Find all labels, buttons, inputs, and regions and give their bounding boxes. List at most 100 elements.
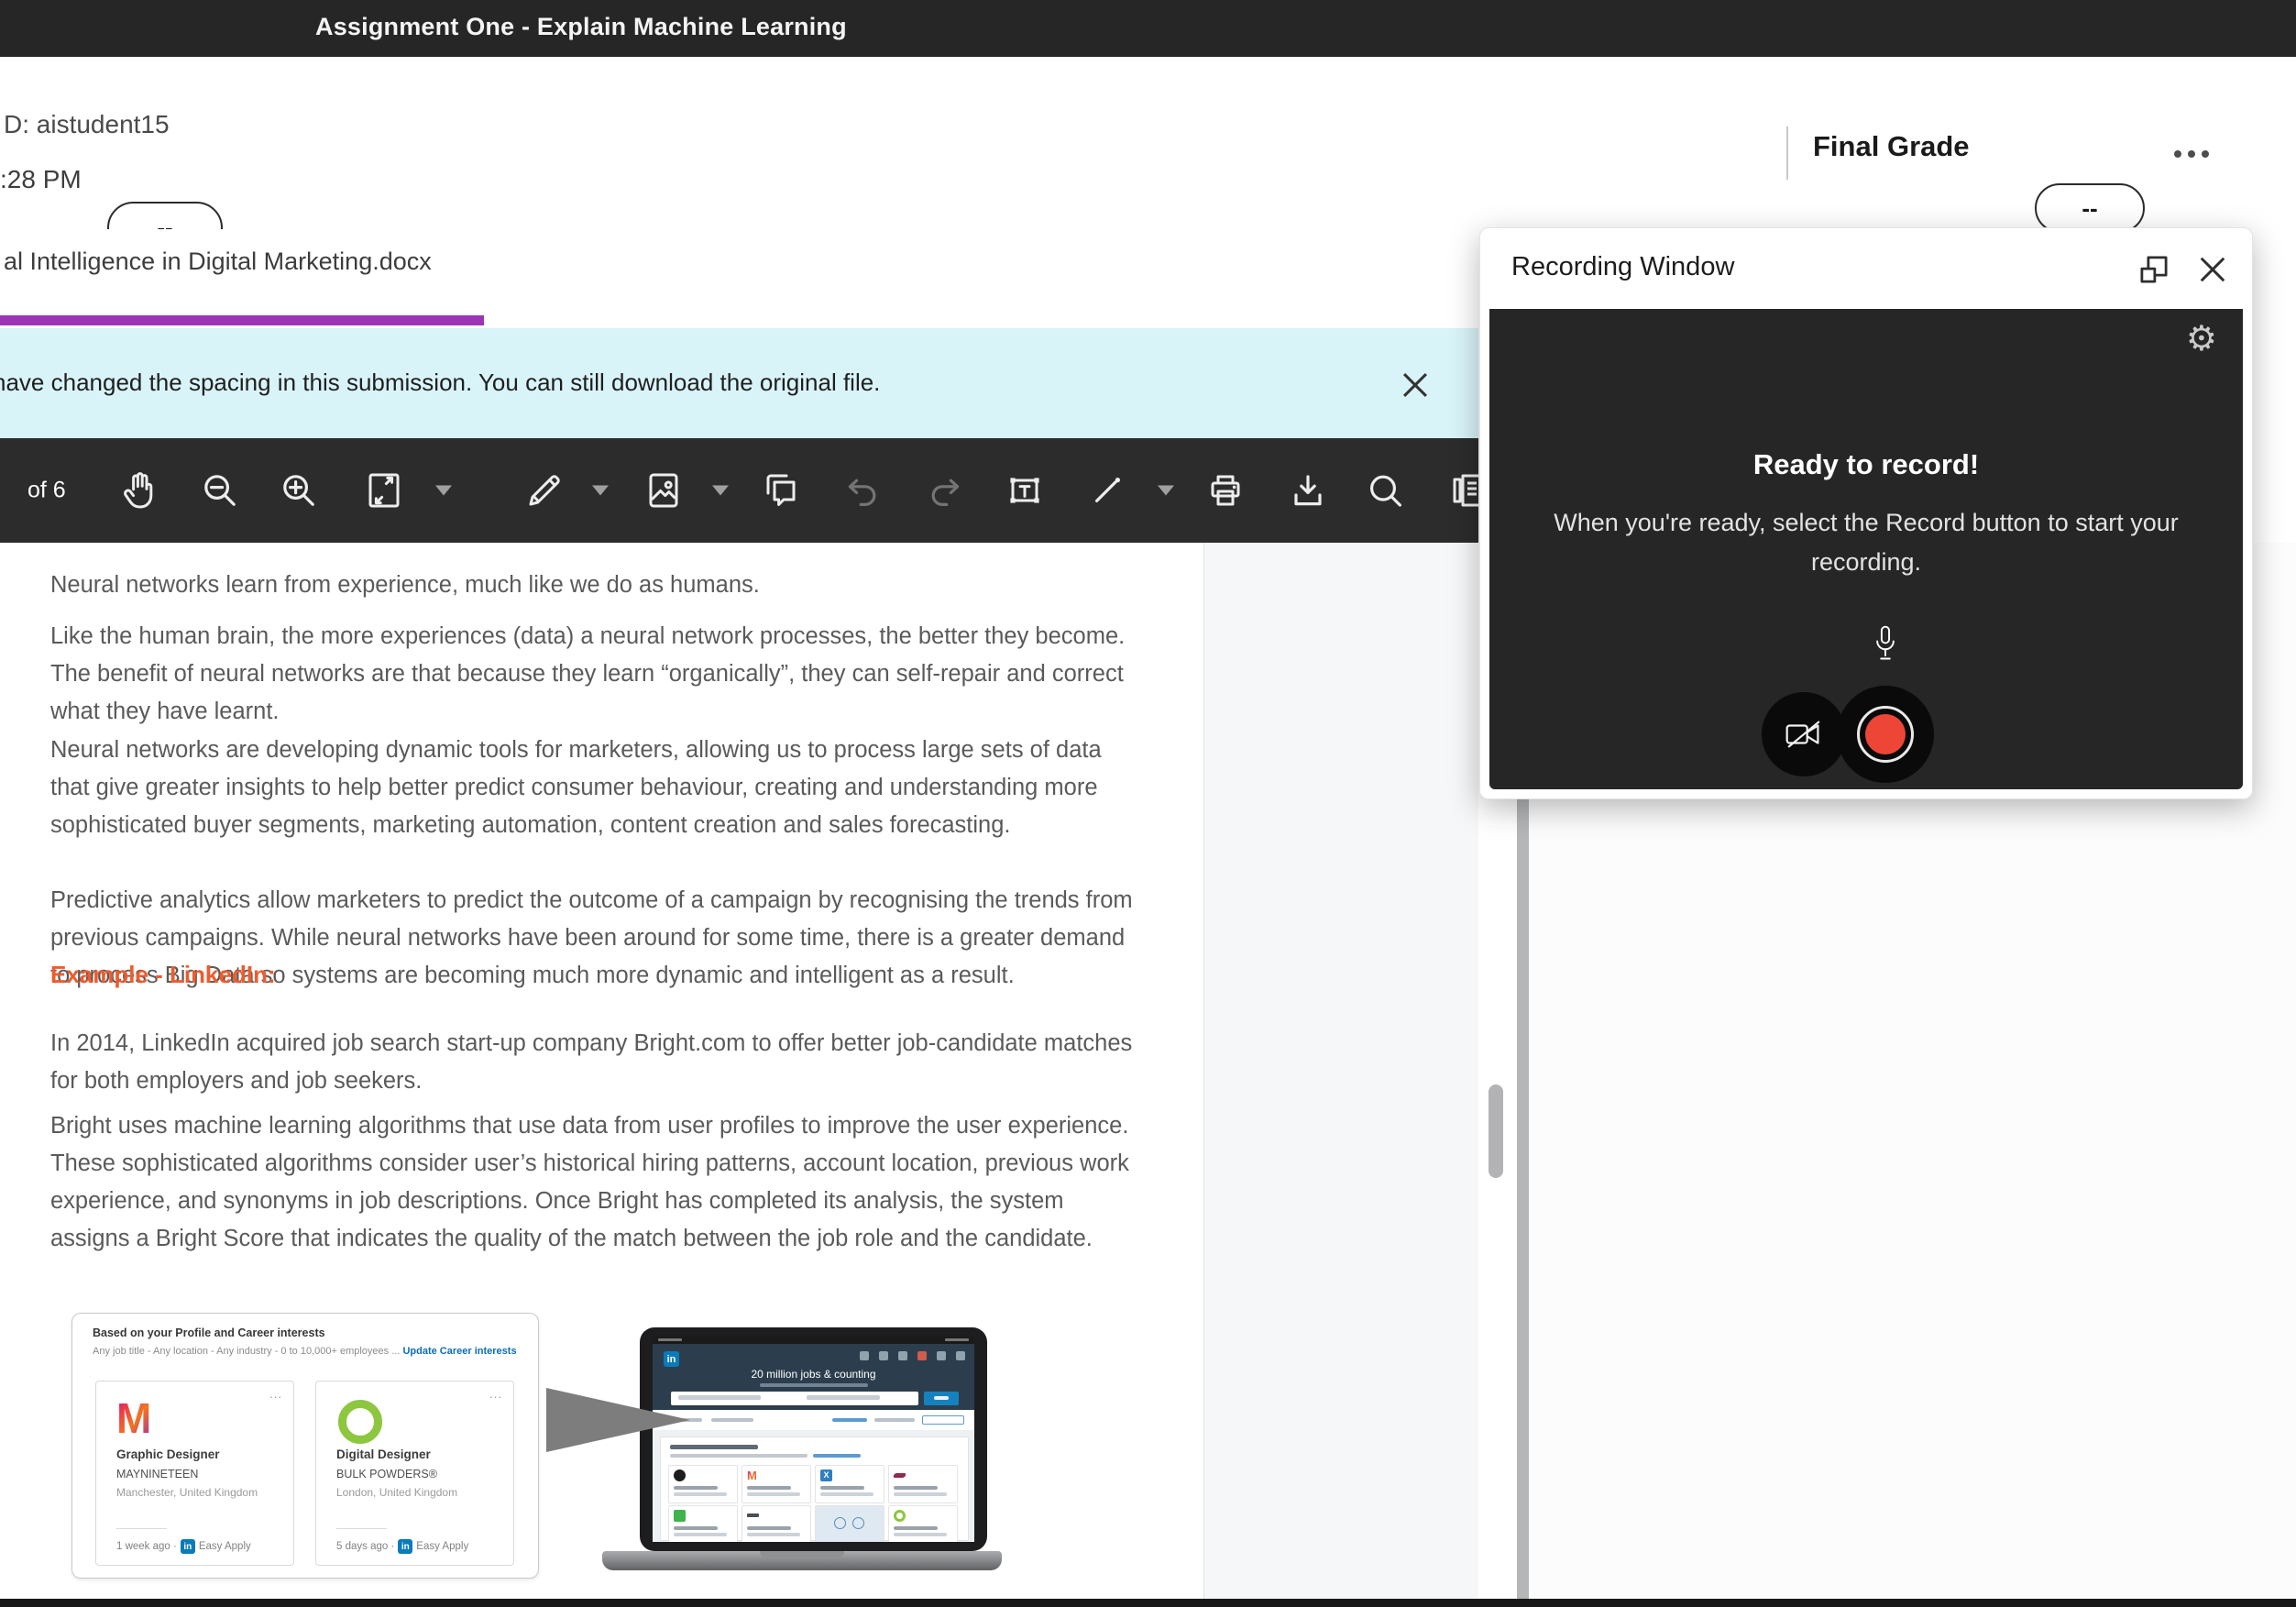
update-career-link: Update Career interests bbox=[402, 1346, 516, 1357]
final-grade-pill[interactable]: -- bbox=[2035, 183, 2145, 233]
zoom-in-icon[interactable] bbox=[274, 466, 324, 515]
maynineteen-logo: M bbox=[116, 1398, 151, 1438]
text-box-icon[interactable] bbox=[1000, 466, 1049, 515]
fit-page-caret-icon[interactable] bbox=[435, 486, 452, 496]
settings-gear-icon[interactable]: ⚙ bbox=[2186, 322, 2217, 357]
jobs-headline: 20 million jobs & counting bbox=[653, 1368, 974, 1381]
jobs-subline-skeleton bbox=[760, 1383, 868, 1387]
easy-apply-label: Easy Apply bbox=[416, 1541, 468, 1552]
recording-window: Recording Window ⚙ Ready to record! When… bbox=[1479, 227, 2253, 799]
mini-job-card bbox=[668, 1505, 738, 1542]
undo-icon[interactable] bbox=[838, 466, 887, 515]
card-menu-icon: ... bbox=[269, 1387, 282, 1401]
active-tab-underline bbox=[0, 315, 484, 325]
card-divider bbox=[116, 1528, 167, 1529]
card-menu-icon: ... bbox=[489, 1387, 502, 1401]
more-options-icon[interactable] bbox=[2174, 150, 2209, 158]
doc-paragraph: Bright uses machine learning algorithms … bbox=[50, 1107, 1146, 1258]
recording-window-header: Recording Window bbox=[1480, 228, 2252, 309]
laptop-image: in 20 million jobs & counting bbox=[640, 1327, 987, 1551]
job-title: Graphic Designer bbox=[116, 1447, 220, 1461]
job-location: Manchester, United Kingdom bbox=[116, 1486, 258, 1499]
search-icon[interactable] bbox=[1360, 466, 1410, 515]
submission-header: D: aistudent15 :28 PM -- Final Grade -- bbox=[0, 57, 2296, 229]
line-caret-icon[interactable] bbox=[1158, 486, 1174, 496]
filter-bar bbox=[653, 1410, 974, 1431]
job-posted: 5 days ago · bbox=[336, 1541, 394, 1552]
linkedin-panel-heading: Based on your Profile and Career interes… bbox=[93, 1326, 325, 1339]
assignment-title: Assignment One - Explain Machine Learnin… bbox=[315, 13, 847, 41]
easy-apply-label: Easy Apply bbox=[199, 1541, 251, 1552]
mini-job-card bbox=[888, 1505, 958, 1542]
record-button-red-dot bbox=[1865, 714, 1906, 754]
job-company: BULK POWDERS® bbox=[336, 1468, 437, 1480]
document-tab-label: al Intelligence in Digital Marketing.doc… bbox=[0, 248, 432, 276]
callout-arrow bbox=[546, 1388, 690, 1452]
jobs-content: M X bbox=[653, 1430, 974, 1542]
mini-job-card: X bbox=[815, 1465, 884, 1503]
mini-job-card: M bbox=[742, 1465, 811, 1503]
doc-paragraph: In 2014, LinkedIn acquired job search st… bbox=[50, 1025, 1146, 1100]
fit-page-icon[interactable] bbox=[359, 466, 409, 515]
image-stamp-icon[interactable] bbox=[639, 466, 688, 515]
linkedin-badge-icon: in bbox=[181, 1539, 195, 1554]
recording-close-icon[interactable] bbox=[2193, 250, 2232, 289]
job-posted: 1 week ago · bbox=[116, 1541, 177, 1552]
mini-job-card bbox=[742, 1505, 811, 1542]
line-tool-icon[interactable] bbox=[1082, 466, 1132, 515]
job-card: ... Digital Designer BULK POWDERS® Londo… bbox=[315, 1381, 514, 1566]
image-caret-icon[interactable] bbox=[712, 486, 729, 496]
linkedin-logo: in bbox=[664, 1351, 679, 1367]
scrollbar-thumb[interactable] bbox=[1489, 1084, 1503, 1178]
annotate-pen-icon[interactable] bbox=[520, 466, 569, 515]
submission-time: :28 PM bbox=[0, 165, 82, 194]
spacing-notification: have changed the spacing in this submiss… bbox=[0, 328, 1478, 438]
pan-icon[interactable] bbox=[115, 466, 164, 515]
pen-caret-icon[interactable] bbox=[592, 486, 609, 496]
notification-message: have changed the spacing in this submiss… bbox=[0, 369, 880, 397]
card-divider bbox=[336, 1528, 387, 1529]
doc-paragraph: Like the human brain, the more experienc… bbox=[50, 618, 1146, 731]
tab-document[interactable]: al Intelligence in Digital Marketing.doc… bbox=[0, 248, 432, 276]
print-icon[interactable] bbox=[1201, 466, 1250, 515]
record-button-ring bbox=[1857, 706, 1914, 763]
job-company: MAYNINETEEN bbox=[116, 1468, 198, 1480]
pages-icon[interactable] bbox=[1443, 466, 1478, 515]
jobs-panel: M X bbox=[660, 1436, 969, 1541]
page-indicator: of 6 bbox=[27, 478, 66, 504]
doc-paragraph: Neural networks learn from experience, m… bbox=[50, 567, 1146, 604]
bulk-powders-logo bbox=[338, 1400, 382, 1444]
camera-off-button[interactable] bbox=[1762, 692, 1846, 776]
job-title: Digital Designer bbox=[336, 1447, 431, 1461]
download-icon[interactable] bbox=[1283, 466, 1333, 515]
comment-icon[interactable] bbox=[756, 466, 806, 515]
laptop-screen: in 20 million jobs & counting bbox=[653, 1337, 974, 1542]
laptop-base bbox=[602, 1551, 1002, 1570]
redo-icon[interactable] bbox=[920, 466, 970, 515]
linkedin-suggestions-image: Based on your Profile and Career interes… bbox=[71, 1313, 539, 1579]
recording-window-title: Recording Window bbox=[1511, 252, 1734, 282]
linkedin-badge-icon: in bbox=[398, 1539, 412, 1554]
document-page: Neural networks learn from experience, m… bbox=[0, 543, 1204, 1599]
job-search-field bbox=[671, 1392, 918, 1405]
mini-job-card bbox=[668, 1465, 738, 1503]
header-divider bbox=[1786, 127, 1788, 180]
recording-instructions: When you're ready, select the Record but… bbox=[1545, 503, 2187, 582]
title-bar: Assignment One - Explain Machine Learnin… bbox=[0, 0, 2296, 57]
linkedin-nav-icons bbox=[860, 1351, 965, 1360]
linkedin-panel-filters: Any job title - Any location - Any indus… bbox=[93, 1346, 517, 1357]
doc-heading: Example - LinkedIn: bbox=[50, 961, 276, 989]
job-location: London, United Kingdom bbox=[336, 1486, 457, 1499]
ready-heading: Ready to record! bbox=[1489, 448, 2243, 481]
bottom-edge-bar bbox=[0, 1599, 2296, 1607]
job-card: ... M Graphic Designer MAYNINETEEN Manch… bbox=[95, 1381, 294, 1566]
filters-text: Any job title - Any location - Any indus… bbox=[93, 1346, 400, 1357]
linkedin-site-header: in 20 million jobs & counting bbox=[653, 1344, 974, 1410]
notification-close-icon[interactable] bbox=[1395, 365, 1435, 405]
zoom-out-icon[interactable] bbox=[195, 466, 245, 515]
mac-menubar bbox=[653, 1337, 974, 1344]
popout-icon[interactable] bbox=[2135, 250, 2173, 289]
final-grade-label: Final Grade bbox=[1813, 130, 1970, 163]
job-meta: 5 days ago · in Easy Apply bbox=[336, 1539, 468, 1554]
record-button[interactable] bbox=[1837, 686, 1934, 783]
